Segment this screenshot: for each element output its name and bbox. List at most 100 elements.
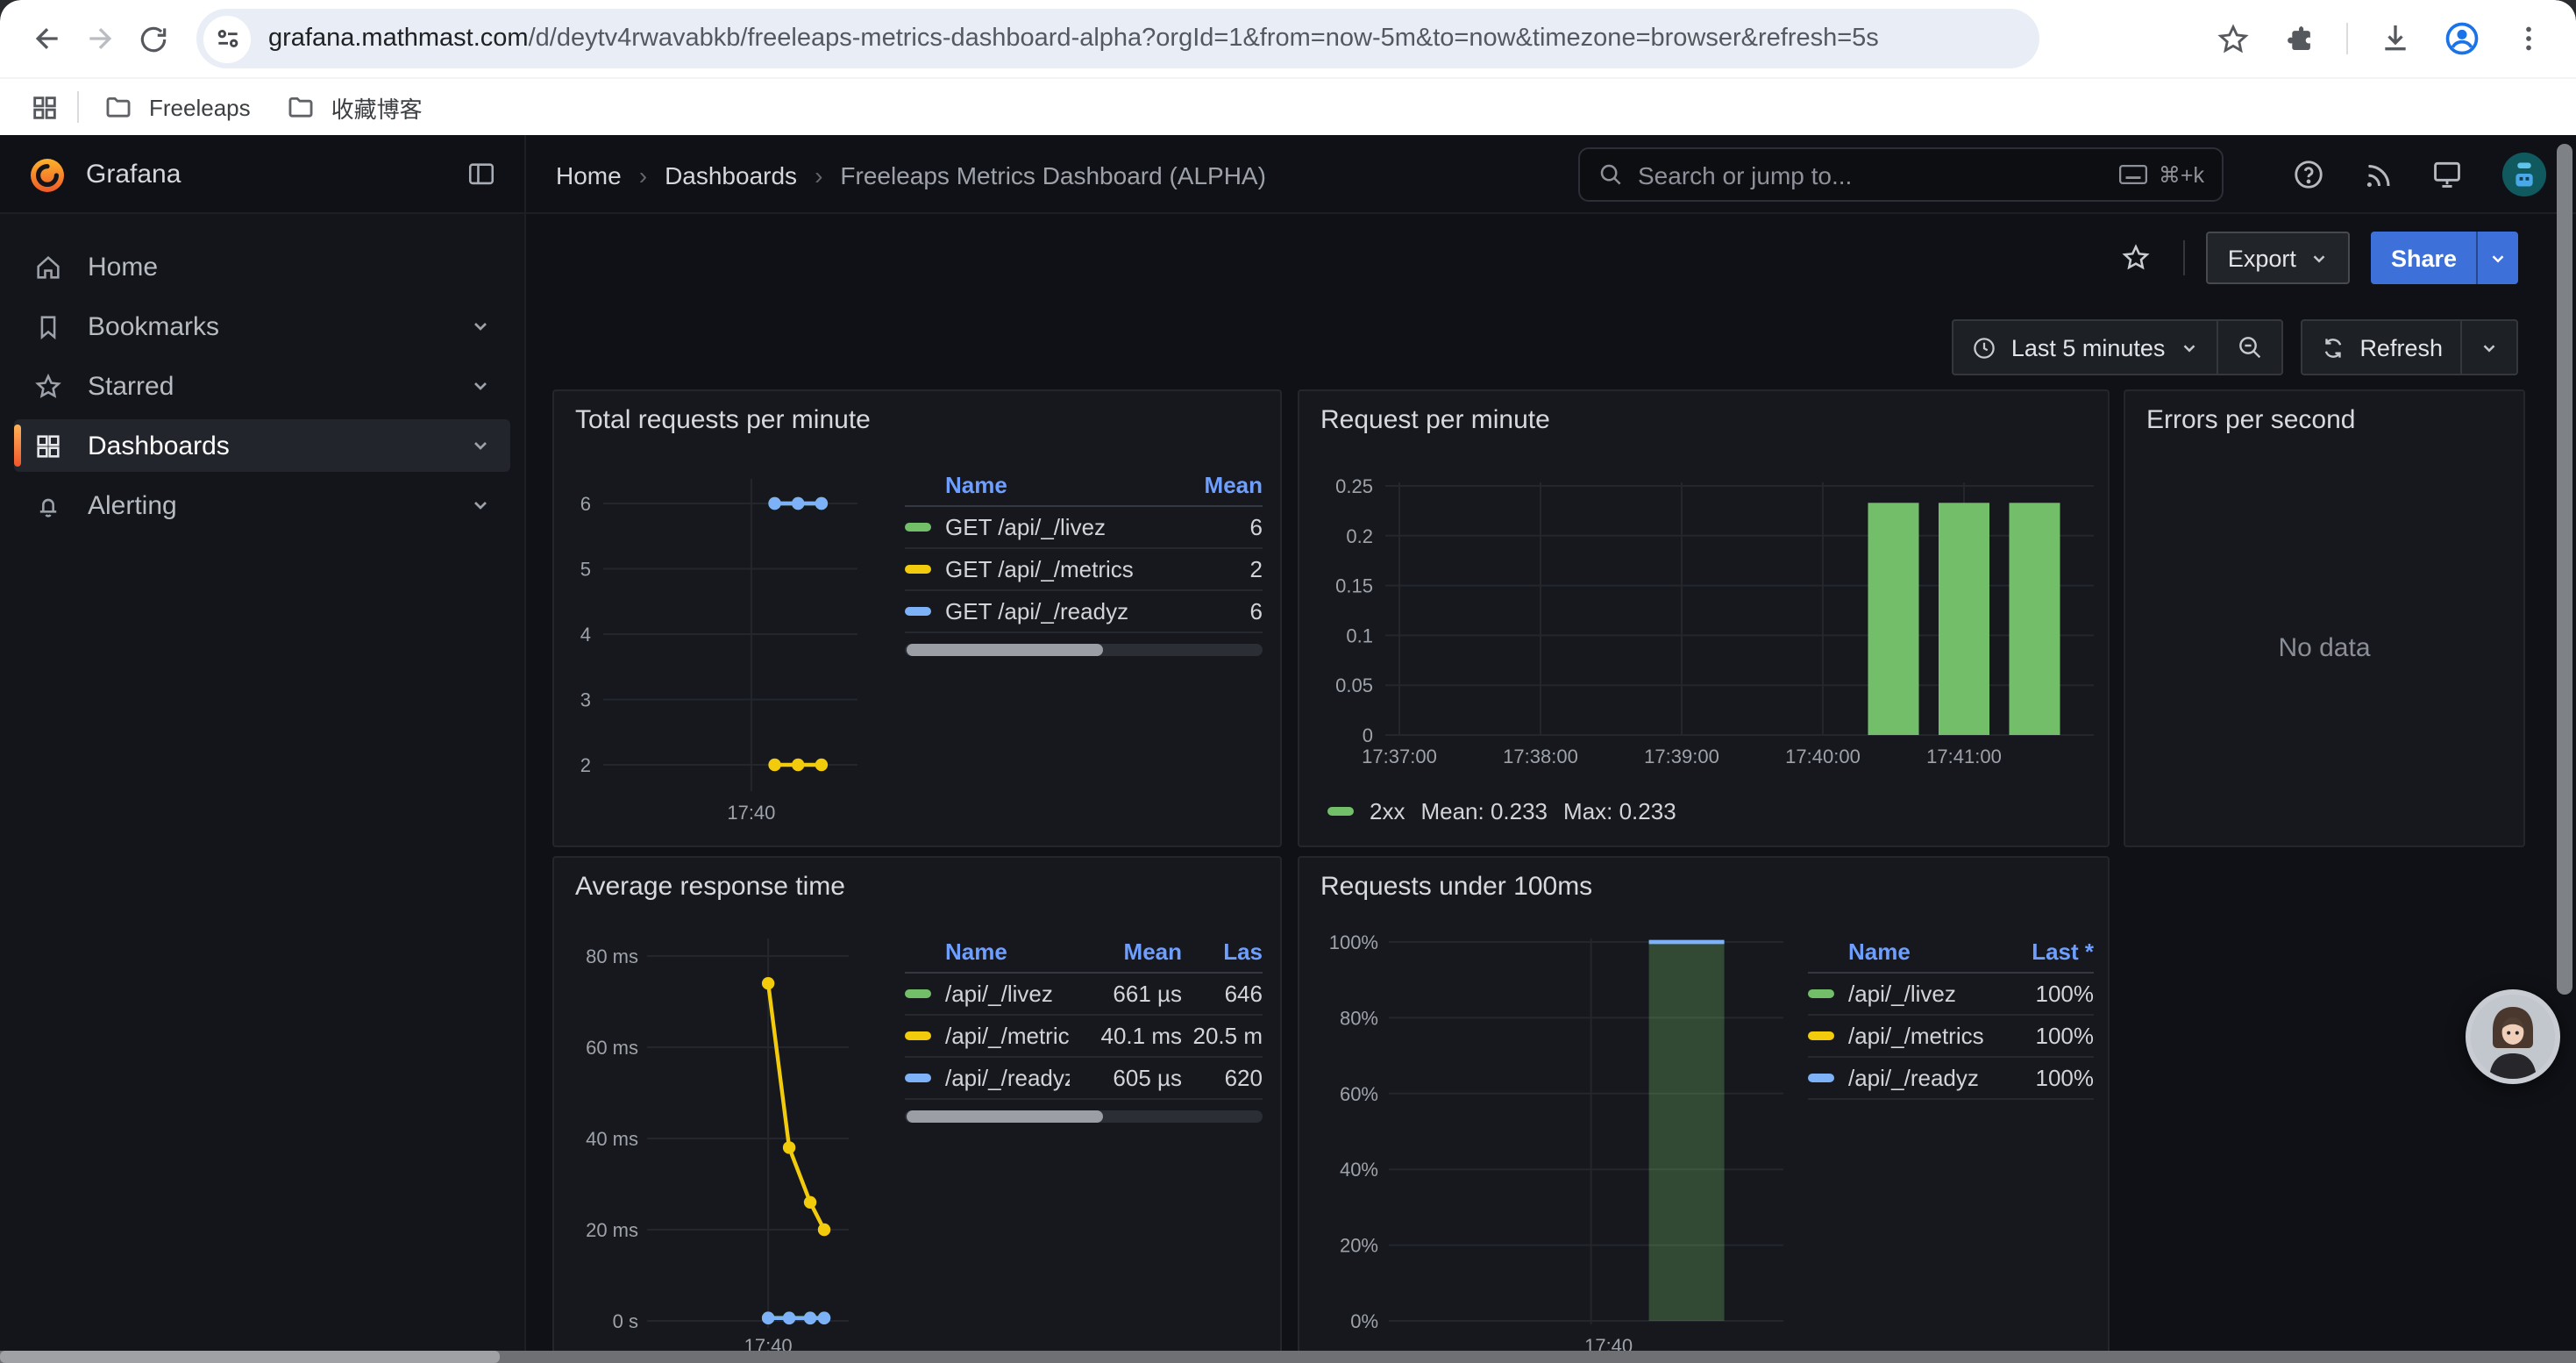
chevron-down-icon[interactable] [470, 316, 491, 337]
series-color-pill[interactable] [905, 990, 931, 998]
chevron-down-icon[interactable] [470, 435, 491, 456]
breadcrumb-dashboards[interactable]: Dashboards [665, 161, 797, 189]
chevron-down-icon[interactable] [470, 495, 491, 516]
bookmark-folder-freeleaps[interactable]: Freeleaps [86, 87, 268, 127]
sidebar-item-home[interactable]: Home [14, 240, 510, 293]
legend-row[interactable]: /api/_/metrics40.1 ms20.5 m [905, 1016, 1263, 1058]
sidebar-item-dashboards[interactable]: Dashboards [14, 419, 510, 472]
apps-grid-button[interactable] [18, 81, 70, 133]
series-name[interactable]: GET /api/_/readyz [945, 598, 1128, 624]
reload-button[interactable] [126, 12, 179, 65]
share-button[interactable]: Share [2372, 232, 2518, 284]
series-name[interactable]: /api/_/readyz [1848, 1065, 1979, 1091]
series-name[interactable]: /api/_/metrics [945, 1023, 1070, 1049]
svg-text:17:41:00: 17:41:00 [1926, 746, 2002, 767]
bell-icon [33, 490, 63, 520]
refresh-interval-button[interactable] [2460, 321, 2516, 374]
series-color-pill[interactable] [905, 1032, 931, 1040]
browser-menu-button[interactable] [2502, 12, 2555, 65]
legend-column-header[interactable]: Las [1182, 938, 1263, 965]
profile-button[interactable] [2436, 12, 2488, 65]
timeseries-chart[interactable]: 0 s20 ms40 ms60 ms80 ms17:40 [568, 921, 936, 1363]
share-menu-button[interactable] [2476, 232, 2518, 284]
series-color-pill[interactable] [905, 524, 931, 532]
legend-column-header[interactable]: Mean [1164, 472, 1263, 498]
search-input[interactable]: Search or jump to... ⌘+k [1578, 147, 2224, 202]
legend-column-header[interactable]: Mean [1070, 938, 1182, 965]
horizontal-scrollbar-thumb[interactable] [0, 1351, 500, 1363]
sidebar-item-alerting[interactable]: Alerting [14, 479, 510, 532]
legend-scrollbar[interactable] [905, 644, 1263, 656]
back-button[interactable] [21, 12, 74, 65]
legend-row[interactable]: /api/_/livez661 µs646 [905, 974, 1263, 1016]
legend-row[interactable]: /api/_/readyz605 µs620 [905, 1058, 1263, 1100]
series-name[interactable]: /api/_/livez [945, 981, 1053, 1007]
chevron-down-icon[interactable] [470, 375, 491, 396]
site-settings-icon[interactable] [203, 15, 251, 62]
series-name[interactable]: GET /api/_/livez [945, 514, 1106, 540]
panel-title[interactable]: Total requests per minute [575, 405, 871, 435]
news-rss-icon[interactable] [2362, 159, 2394, 190]
series-color-pill[interactable] [1327, 808, 1354, 816]
url-bar[interactable]: grafana.mathmast.com/d/deytv4rwavabkb/fr… [196, 9, 2039, 68]
extensions-button[interactable] [2273, 12, 2325, 65]
refresh-button[interactable]: Refresh [2302, 321, 2460, 374]
legend-row[interactable]: GET /api/_/livez 6 [905, 507, 1263, 549]
legend-row[interactable]: /api/_/readyz100% [1808, 1058, 2094, 1100]
downloads-button[interactable] [2369, 12, 2422, 65]
legend-row[interactable]: /api/_/livez100% [1808, 974, 2094, 1016]
favorite-dashboard-button[interactable] [2110, 232, 2163, 284]
refresh-group: Refresh [2300, 319, 2518, 375]
breadcrumb-home[interactable]: Home [556, 161, 622, 189]
panel-title[interactable]: Requests under 100ms [1320, 872, 1592, 902]
panel-title[interactable]: Errors per second [2146, 405, 2355, 435]
sidebar-item-bookmarks[interactable]: Bookmarks [14, 300, 510, 353]
share-label[interactable]: Share [2372, 232, 2476, 284]
series-color-pill[interactable] [905, 608, 931, 616]
panel-title[interactable]: Request per minute [1320, 405, 1550, 435]
sidebar-toggle-button[interactable] [466, 160, 496, 189]
page-vertical-scrollbar[interactable] [2557, 144, 2572, 995]
legend-row[interactable]: /api/_/metrics100% [1808, 1016, 2094, 1058]
sidebar-item-starred[interactable]: Starred [14, 360, 510, 412]
user-avatar[interactable] [2501, 151, 2548, 198]
series-color-pill[interactable] [1808, 1032, 1834, 1040]
series-color-pill[interactable] [905, 1074, 931, 1082]
legend-column-header[interactable]: Name [1808, 938, 1996, 965]
series-name[interactable]: /api/_/metrics [1848, 1023, 1984, 1049]
legend-scrollbar-thumb[interactable] [907, 1110, 1103, 1123]
bar-chart[interactable]: 00.050.10.150.20.2517:37:0017:38:0017:39… [1313, 454, 2103, 788]
forward-button[interactable] [74, 12, 126, 65]
series-color-pill[interactable] [1808, 990, 1834, 998]
legend-max: Max: 0.233 [1563, 798, 1676, 824]
bookmark-star-button[interactable] [2206, 12, 2259, 65]
series-name[interactable]: 2xx [1370, 798, 1405, 824]
timeseries-chart[interactable]: 2345617:40 [568, 454, 936, 833]
legend-inline[interactable]: 2xx Mean: 0.233 Max: 0.233 [1327, 798, 1676, 824]
series-color-pill[interactable] [1808, 1074, 1834, 1082]
zoom-out-button[interactable] [2216, 321, 2281, 374]
legend-column-header[interactable]: Last * [1996, 938, 2094, 965]
legend-column-header[interactable]: Name [905, 472, 1164, 498]
kiosk-monitor-icon[interactable] [2430, 158, 2464, 191]
bookmark-folder-blogs[interactable]: 收藏博客 [268, 85, 440, 129]
series-name[interactable]: /api/_/livez [1848, 981, 1956, 1007]
legend-scrollbar-thumb[interactable] [907, 644, 1103, 656]
profile-icon [2443, 19, 2481, 58]
series-name[interactable]: /api/_/readyz [945, 1065, 1070, 1091]
legend-value-mean: 6 [1164, 514, 1263, 540]
bar-chart[interactable]: 0%20%40%60%80%100%17:40 [1313, 921, 1813, 1363]
assistant-avatar[interactable] [2466, 989, 2560, 1084]
panel-title[interactable]: Average response time [575, 872, 845, 902]
page-horizontal-scrollbar[interactable] [0, 1351, 2576, 1363]
legend-scrollbar[interactable] [905, 1110, 1263, 1123]
time-range-picker[interactable]: Last 5 minutes [1953, 321, 2217, 374]
series-name[interactable]: GET /api/_/metrics [945, 556, 1134, 582]
export-button[interactable]: Export [2207, 232, 2351, 284]
legend-row[interactable]: GET /api/_/readyz6 [905, 591, 1263, 633]
legend-row[interactable]: GET /api/_/metrics2 [905, 549, 1263, 591]
sidebar: Home Bookmarks Starred Dashboards Alerti… [0, 214, 526, 1363]
series-color-pill[interactable] [905, 566, 931, 574]
legend-column-header[interactable]: Name [905, 938, 1070, 965]
help-icon[interactable] [2292, 158, 2325, 191]
